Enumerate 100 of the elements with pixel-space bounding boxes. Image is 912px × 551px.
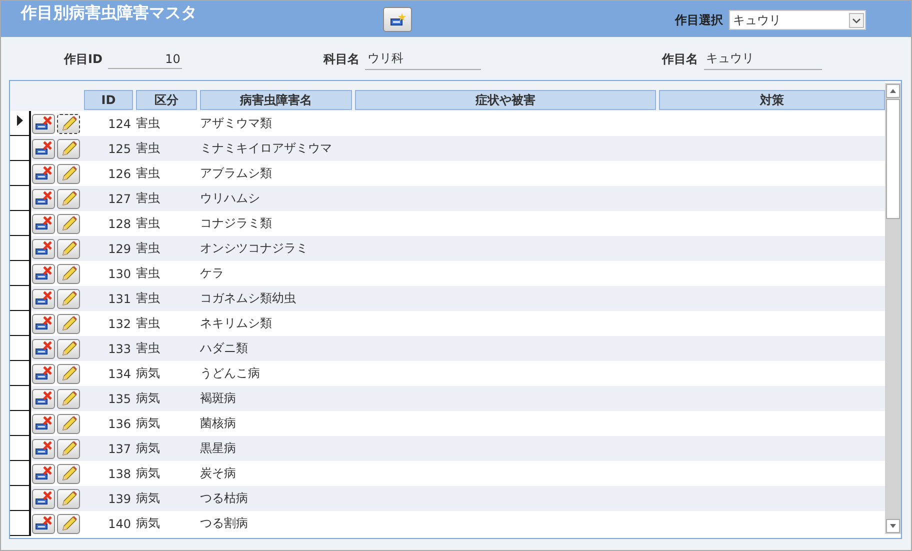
delete-button[interactable] (32, 314, 55, 334)
table-cell-text: 害虫 (136, 215, 161, 232)
edit-button[interactable] (57, 264, 80, 284)
column-header: 病害虫障害名 (200, 90, 352, 110)
delete-button[interactable] (32, 514, 55, 534)
table-cell-text: 137 (107, 442, 132, 456)
edit-button[interactable] (57, 188, 80, 208)
field-label: 作目ID (64, 50, 102, 68)
field-label: 科目名 (323, 50, 360, 68)
delete-record-icon (34, 241, 52, 256)
table-cell-text: 害虫 (136, 290, 161, 307)
delete-button[interactable] (32, 114, 55, 134)
table-cell-text: 病気 (136, 490, 161, 507)
record-selector[interactable] (10, 286, 31, 311)
edit-button[interactable] (57, 338, 80, 358)
delete-button[interactable] (32, 138, 55, 158)
record-selector[interactable] (10, 511, 31, 536)
delete-button[interactable] (32, 464, 55, 484)
edit-button[interactable] (57, 138, 80, 158)
scrollbar[interactable] (885, 83, 901, 534)
record-selector[interactable] (10, 436, 31, 461)
field-label: 作目名 (662, 50, 698, 68)
edit-button[interactable] (57, 288, 80, 308)
pencil-icon (60, 390, 78, 408)
table-cell-text: 138 (107, 466, 132, 480)
edit-button[interactable] (57, 314, 80, 334)
delete-button[interactable] (32, 388, 55, 408)
table-cell-text: つる割病 (200, 515, 249, 532)
crop-select-label: 作目選択 (675, 12, 723, 28)
table-cell-text: 褐斑病 (200, 390, 237, 407)
crop-dropdown[interactable]: キュウリ (729, 10, 866, 30)
record-selector[interactable] (10, 361, 31, 386)
delete-button[interactable] (32, 188, 55, 208)
delete-button[interactable] (32, 414, 55, 434)
column-header: 対策 (659, 90, 885, 110)
table-cell-text: 病気 (136, 515, 161, 532)
table-cell-text: 黒星病 (200, 440, 237, 457)
edit-button[interactable] (57, 414, 80, 434)
delete-record-icon (34, 291, 52, 306)
table-cell-text: 菌核病 (200, 415, 237, 432)
delete-button[interactable] (32, 438, 55, 458)
table-cell-text: ウリハムシ (200, 190, 261, 207)
table-cell-text: 害虫 (136, 165, 161, 182)
table-cell-text: コガネムシ類幼虫 (200, 290, 297, 307)
edit-button[interactable] (57, 238, 80, 258)
edit-button[interactable] (57, 514, 80, 534)
edit-button[interactable] (57, 488, 80, 508)
table-cell-text: コナジラミ類 (200, 215, 273, 232)
column-header: 症状や被害 (355, 90, 656, 110)
edit-button[interactable] (57, 388, 80, 408)
edit-button[interactable] (57, 464, 80, 484)
edit-button[interactable] (57, 164, 80, 184)
edit-button[interactable] (57, 114, 80, 134)
record-selector[interactable] (10, 386, 31, 411)
record-selector[interactable] (10, 311, 31, 336)
table-cell-text: 病気 (136, 415, 161, 432)
current-record-icon (16, 115, 22, 126)
record-selector[interactable] (10, 261, 31, 286)
record-selector[interactable] (10, 111, 31, 136)
pencil-icon (60, 364, 78, 382)
field-value: ウリ科 (365, 48, 482, 70)
delete-button[interactable] (32, 488, 55, 508)
field-value: 10 (108, 50, 182, 68)
edit-button[interactable] (57, 364, 80, 384)
pencil-icon (60, 314, 78, 332)
record-selector[interactable] (10, 161, 31, 186)
new-record-button[interactable] (383, 7, 412, 32)
scroll-thumb[interactable] (886, 99, 900, 219)
delete-record-icon (34, 341, 52, 356)
delete-button[interactable] (32, 288, 55, 308)
record-selector[interactable] (10, 186, 31, 211)
edit-button[interactable] (57, 214, 80, 234)
table-cell-text: 131 (107, 292, 132, 306)
delete-button[interactable] (32, 164, 55, 184)
record-selector[interactable] (10, 411, 31, 436)
record-selector[interactable] (10, 136, 31, 161)
table-cell-text: 炭そ病 (200, 465, 237, 482)
form-title: 作目別病害虫障害マスタ (21, 2, 197, 24)
table-cell-text: 136 (107, 416, 132, 430)
column-header: 区分 (136, 90, 197, 110)
pencil-icon (60, 240, 78, 258)
delete-button[interactable] (32, 338, 55, 358)
scroll-up-icon[interactable] (886, 84, 900, 98)
record-selector[interactable] (10, 211, 31, 236)
delete-button[interactable] (32, 264, 55, 284)
record-selector[interactable] (10, 461, 31, 486)
table-cell-text: 害虫 (136, 265, 161, 282)
edit-button[interactable] (57, 438, 80, 458)
record-selector[interactable] (10, 336, 31, 361)
record-selector[interactable] (10, 236, 31, 261)
scroll-down-icon[interactable] (886, 519, 900, 533)
table-cell-text: 病気 (136, 390, 161, 407)
delete-record-icon (34, 216, 52, 231)
caret-icon (849, 12, 864, 28)
delete-button[interactable] (32, 364, 55, 384)
delete-record-icon (34, 491, 52, 506)
delete-button[interactable] (32, 214, 55, 234)
table-cell-text: うどんこ病 (200, 365, 261, 382)
record-selector[interactable] (10, 486, 31, 511)
delete-button[interactable] (32, 238, 55, 258)
